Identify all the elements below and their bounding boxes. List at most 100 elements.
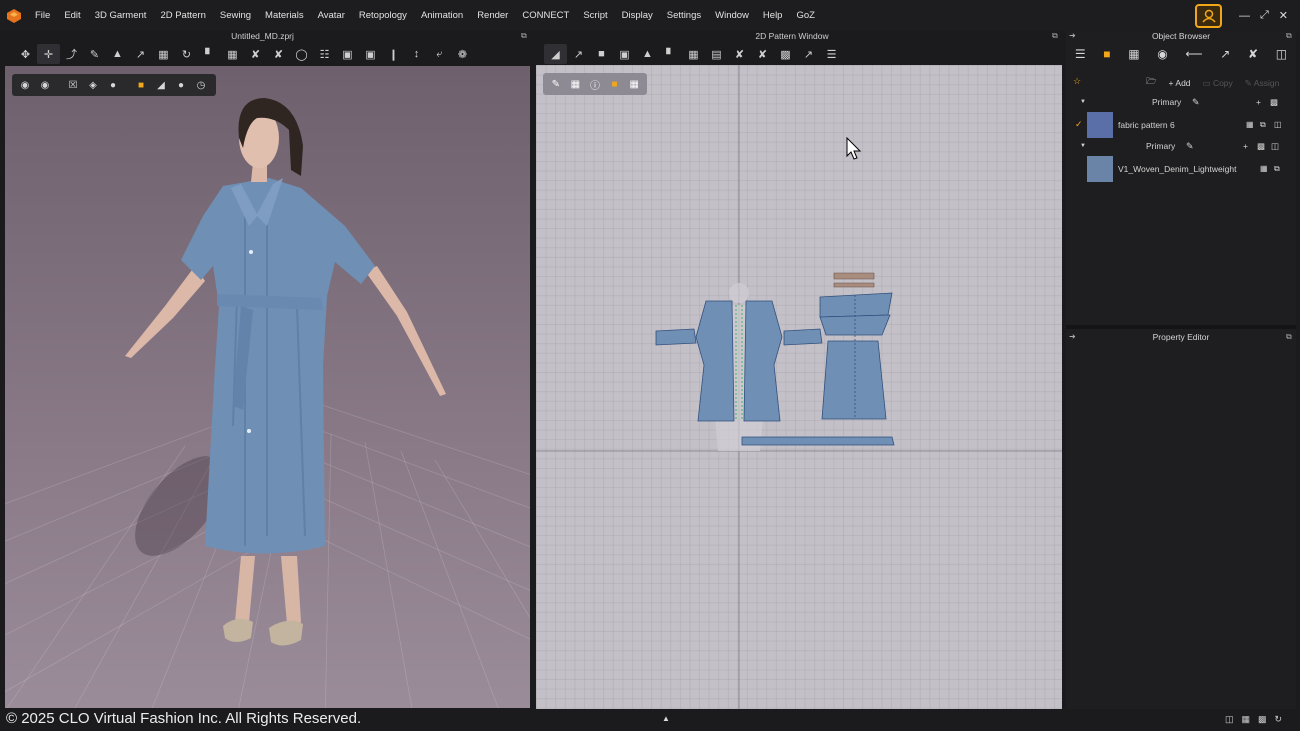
sewing-icon[interactable]: ✘ [728, 44, 751, 64]
folder-icon[interactable]: ▩ [1270, 97, 1278, 108]
trash-icon[interactable]: ◫ [1274, 120, 1282, 129]
menu-3d-garment[interactable]: 3D Garment [88, 0, 154, 31]
tab-fabric-icon[interactable]: ■ [1103, 47, 1110, 61]
edit-pattern-icon[interactable]: ◢ [544, 44, 567, 64]
show-garment-icon[interactable]: ☒ [64, 76, 82, 94]
measure-icon[interactable]: ▣ [359, 44, 382, 64]
panel-divider[interactable] [1066, 325, 1296, 329]
rectangle-icon[interactable]: ■ [590, 44, 613, 64]
float-pe-icon[interactable]: ⧉ [1286, 332, 1292, 342]
menu-animation[interactable]: Animation [414, 0, 470, 31]
menu-sewing[interactable]: Sewing [213, 0, 258, 31]
pin-icon[interactable]: ▲ [106, 44, 129, 64]
grid-icon[interactable]: ▦ [221, 44, 244, 64]
light-icon[interactable]: ● [172, 76, 190, 94]
pattern-shirt-icon[interactable]: ▦ [625, 75, 643, 93]
camera-icon[interactable]: ▩ [1258, 714, 1267, 725]
pencil-icon[interactable]: ✎ [547, 75, 565, 93]
copy-button[interactable]: ▭ Copy [1203, 78, 1233, 89]
apply-icon[interactable]: ▦ [1260, 164, 1268, 173]
trace-icon[interactable]: ▘ [659, 44, 682, 64]
needle-icon[interactable]: ✘ [267, 44, 290, 64]
show-pattern-icon[interactable]: ◈ [84, 76, 102, 94]
clo-logo-icon[interactable] [0, 0, 28, 31]
menu-settings[interactable]: Settings [660, 0, 708, 31]
float-3d-icon[interactable]: ⧉ [521, 31, 527, 41]
menu-2d-pattern[interactable]: 2D Pattern [153, 0, 212, 31]
menu-script[interactable]: Script [576, 0, 614, 31]
tab-trim-icon[interactable]: ✘ [1248, 47, 1258, 61]
copy-icon[interactable]: ⧉ [1274, 164, 1280, 174]
minimize-icon[interactable]: — [1239, 10, 1250, 22]
grid-view-icon[interactable]: ▦ [1242, 714, 1251, 725]
line-icon[interactable]: ↗ [129, 44, 152, 64]
float-2d-icon[interactable]: ⧉ [1052, 31, 1058, 41]
fitting-icon[interactable]: ▣ [336, 44, 359, 64]
shade-icon[interactable]: ◢ [152, 76, 170, 94]
pose-icon[interactable]: ❁ [451, 44, 474, 64]
menu-goz[interactable]: GoZ [789, 0, 821, 31]
tab-topstitch-icon[interactable]: ↗ [1220, 47, 1230, 61]
button-icon[interactable]: ◯ [290, 44, 313, 64]
menu-window[interactable]: Window [708, 0, 756, 31]
maximize-icon[interactable]: ⤢ [1260, 9, 1269, 22]
collapse-up-icon[interactable]: ▲ [662, 714, 670, 723]
transform-icon[interactable]: ✛ [37, 44, 60, 64]
tab-list-icon[interactable]: ☰ [1075, 47, 1086, 61]
add-icon[interactable]: + [1256, 97, 1261, 107]
tab-graphic-icon[interactable]: ▦ [1128, 47, 1139, 61]
edit-point-icon[interactable]: ↗ [567, 44, 590, 64]
menu-display[interactable]: Display [615, 0, 660, 31]
history-icon[interactable]: ↻ [1275, 714, 1283, 725]
select-move-icon[interactable]: ✥ [14, 44, 37, 64]
folder-icon[interactable]: ▩ [1257, 141, 1265, 152]
pencil-icon[interactable]: ✎ [1192, 97, 1200, 108]
list-item[interactable]: ✓ fabric pattern 6 ▦ ⧉ ◫ [1066, 112, 1296, 138]
tack-icon[interactable]: ✘ [244, 44, 267, 64]
tab-button-icon[interactable]: ◉ [1157, 47, 1167, 61]
menu-edit[interactable]: Edit [57, 0, 87, 31]
ruler-icon[interactable]: ❙ [382, 44, 405, 64]
menu-connect[interactable]: CONNECT [515, 0, 576, 31]
menu-file[interactable]: File [28, 0, 57, 31]
tab-buttonhole-icon[interactable]: ⟵ [1185, 47, 1202, 61]
collapse-icon[interactable]: ▼ [1080, 143, 1086, 149]
texture-icon[interactable]: ■ [132, 76, 150, 94]
fold-icon[interactable]: ▤ [705, 44, 728, 64]
menu-materials[interactable]: Materials [258, 0, 311, 31]
segment-sew-icon[interactable]: ✘ [751, 44, 774, 64]
collapse-icon[interactable]: ▼ [1080, 99, 1086, 105]
float-ob-icon[interactable]: ⧉ [1286, 31, 1292, 41]
trash-icon[interactable]: ◫ [1271, 141, 1279, 152]
tape-icon[interactable]: ⤶ [428, 44, 451, 64]
user-badge-icon[interactable] [1195, 4, 1222, 28]
globe-icon[interactable]: ◷ [192, 76, 210, 94]
display-garment-icon[interactable]: ◉ [36, 76, 54, 94]
menu-render[interactable]: Render [470, 0, 515, 31]
zipper-icon[interactable]: ☷ [313, 44, 336, 64]
pencil-icon[interactable]: ✎ [1186, 141, 1194, 152]
add-button[interactable]: + Add [1169, 78, 1191, 88]
apply-icon[interactable]: ▦ [1246, 120, 1254, 129]
fabric-texture-icon[interactable]: ■ [606, 75, 624, 93]
info-icon[interactable]: ⓘ [586, 75, 604, 93]
dart-icon[interactable]: ▲ [636, 44, 659, 64]
display-avatar-icon[interactable]: ◉ [16, 76, 34, 94]
group-header[interactable]: ▼ Primary ✎ + ▩ ◫ [1066, 141, 1296, 153]
viewport-3d[interactable] [5, 66, 530, 708]
garment-icon[interactable]: ▦ [152, 44, 175, 64]
menu-avatar[interactable]: Avatar [311, 0, 352, 31]
rotate-icon[interactable]: ↻ [175, 44, 198, 64]
pattern-window-2d[interactable] [536, 65, 1062, 709]
show-avatar-icon[interactable]: ● [104, 76, 122, 94]
pleat-icon[interactable]: ☰ [820, 44, 843, 64]
shirt-icon[interactable]: ▦ [567, 75, 585, 93]
grid-pattern-icon[interactable]: ▦ [682, 44, 705, 64]
free-sew-icon[interactable]: ▩ [774, 44, 797, 64]
add-icon[interactable]: + [1243, 141, 1248, 151]
avatar-measure-icon[interactable]: ↕ [405, 44, 428, 64]
polygon-icon[interactable]: ▣ [613, 44, 636, 64]
layout-icon[interactable]: ◫ [1225, 714, 1234, 725]
menu-help[interactable]: Help [756, 0, 790, 31]
close-icon[interactable]: ✕ [1279, 9, 1288, 22]
